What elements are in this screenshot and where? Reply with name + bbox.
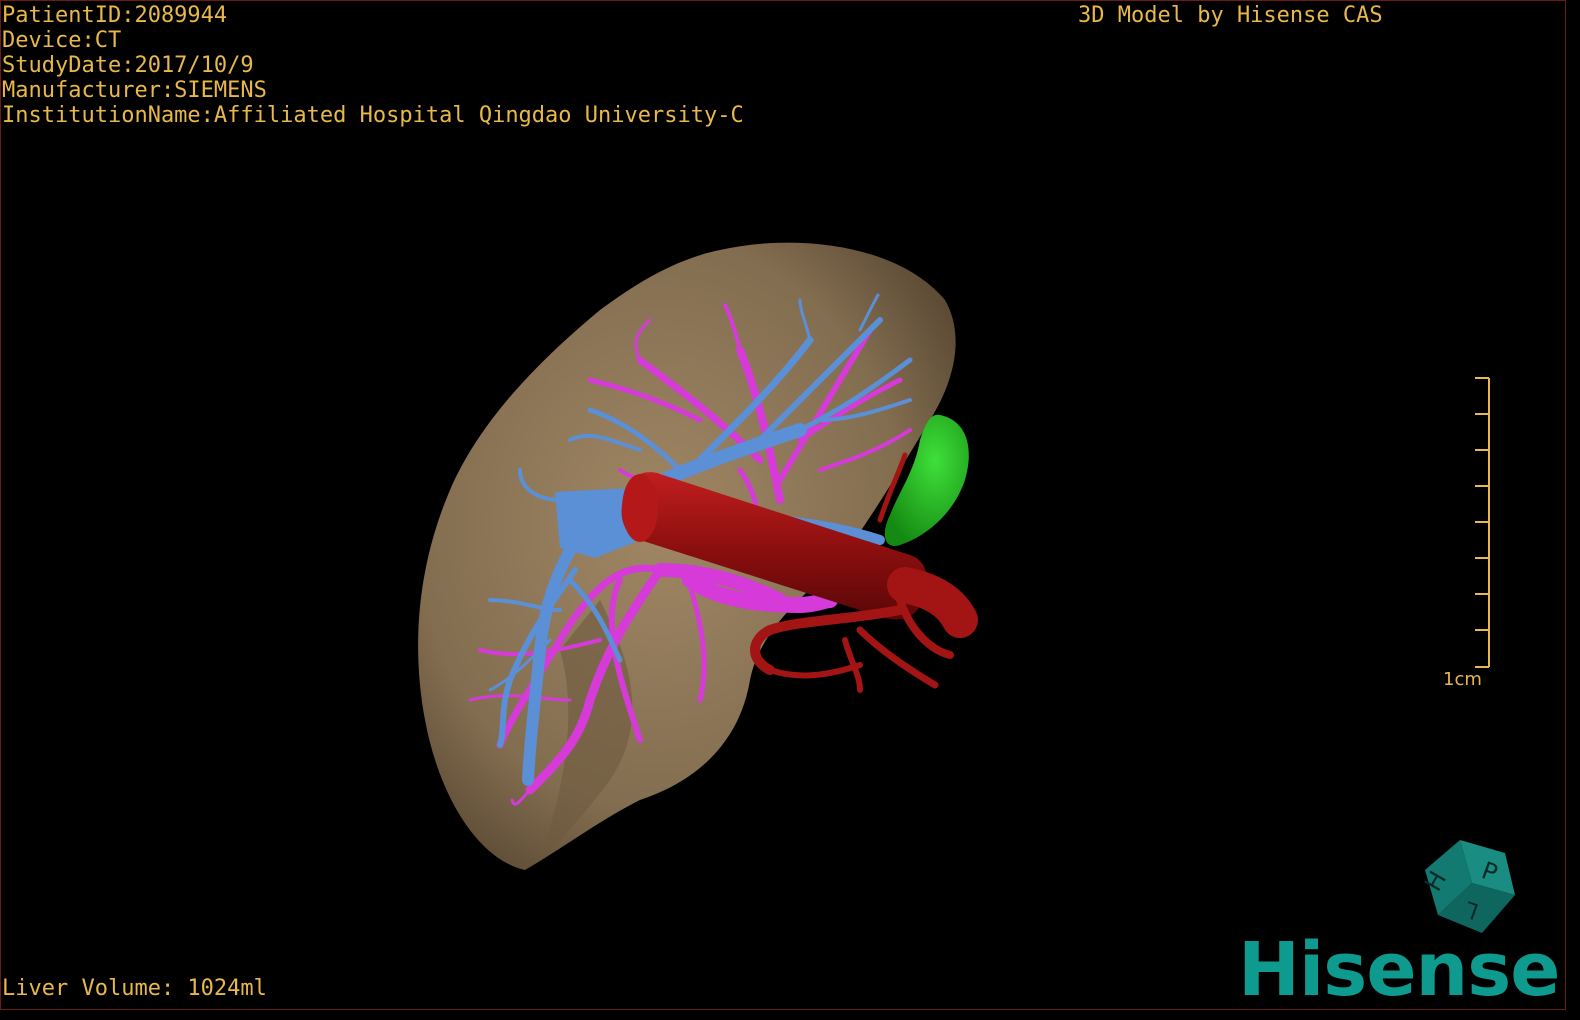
scale-bar	[1475, 377, 1490, 668]
hisense-logo: Hisense	[1238, 927, 1560, 1013]
orientation-cube[interactable]: P H L	[1420, 835, 1530, 940]
study-date: StudyDate:2017/10/9	[2, 53, 254, 78]
liver-volume: Liver Volume: 1024ml	[2, 976, 267, 1001]
patient-info-overlay: PatientID:2089944 Device:CT StudyDate:2017…	[2, 3, 744, 128]
scale-bar-label: 1cm	[1443, 669, 1482, 690]
institution-name: InstitutionName:Affiliated Hospital Qing…	[2, 103, 744, 128]
ivc-end-cap	[622, 474, 658, 542]
render-viewport[interactable]	[0, 0, 1580, 1020]
device: Device:CT	[2, 28, 122, 53]
model-credit: 3D Model by Hisense CAS	[1078, 3, 1383, 28]
patient-id: PatientID:2089944	[2, 3, 228, 28]
manufacturer: Manufacturer:SIEMENS	[2, 78, 267, 103]
